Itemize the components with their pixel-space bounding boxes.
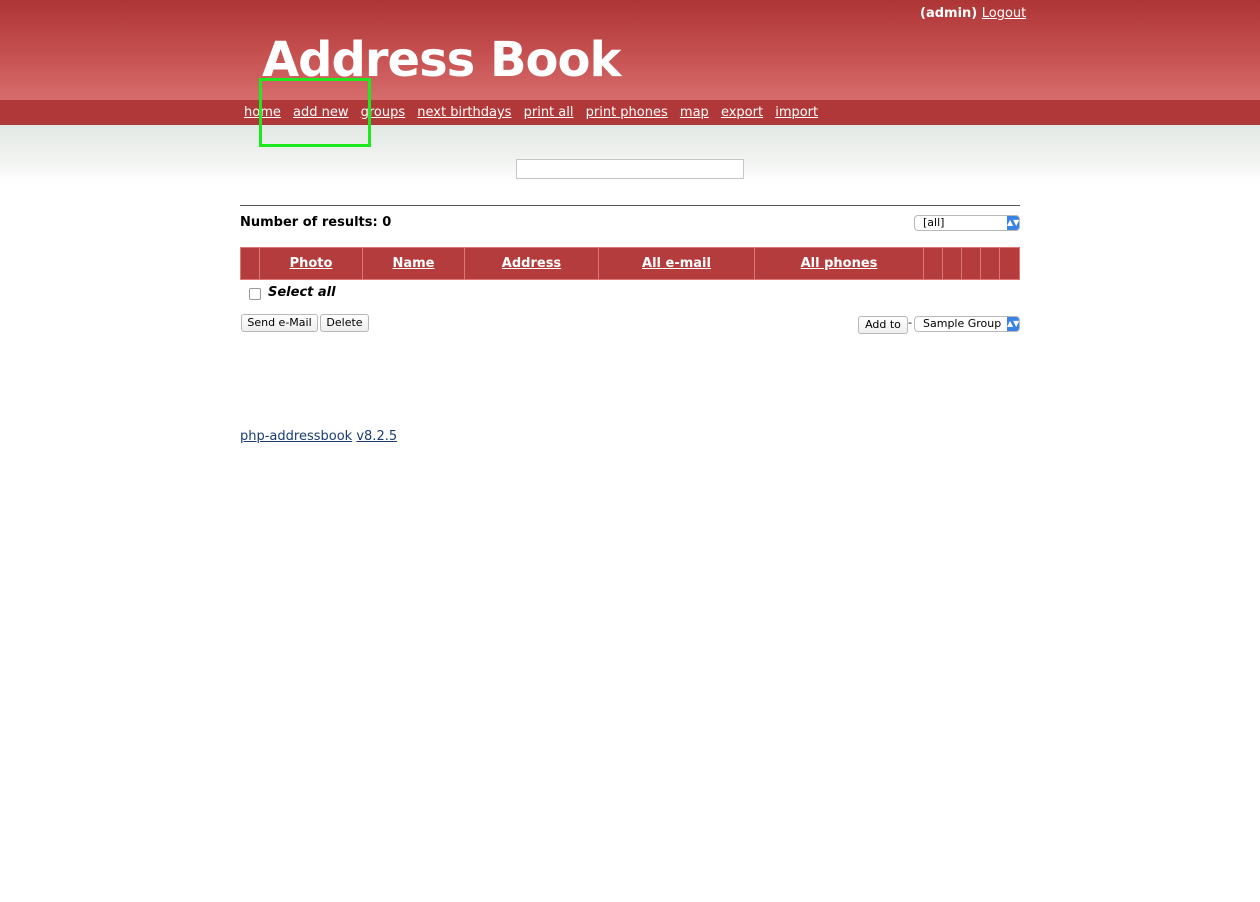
nav-groups[interactable]: groups [361, 105, 406, 120]
header-phones[interactable]: All phones [754, 247, 924, 280]
header-action-col [999, 247, 1020, 280]
add-to-button[interactable]: Add to [858, 316, 908, 334]
search-input[interactable] [516, 159, 744, 179]
footer: php-addressbook v8.2.5 [240, 429, 397, 444]
sort-photo-link[interactable]: Photo [290, 256, 333, 271]
nav-import[interactable]: import [775, 105, 818, 120]
delete-button[interactable]: Delete [320, 314, 369, 332]
sort-email-link[interactable]: All e-mail [642, 256, 711, 271]
separator: - [908, 316, 912, 329]
nav-add-new[interactable]: add new [293, 105, 348, 120]
group-filter-select[interactable]: [all] ▲▼ [914, 215, 1020, 231]
send-email-button[interactable]: Send e-Mail [241, 314, 318, 332]
target-group-select[interactable]: Sample Group ▲▼ [914, 316, 1020, 332]
app-logo: Address Book [262, 32, 621, 88]
app-home-link[interactable]: php-addressbook [240, 429, 352, 444]
results-count: Number of results: 0 [240, 215, 392, 230]
target-group-value: Sample Group [923, 317, 1002, 330]
user-area: (admin) Logout [920, 6, 1026, 21]
select-all-checkbox[interactable] [249, 288, 261, 300]
username: (admin) [920, 6, 978, 21]
sort-address-link[interactable]: Address [502, 256, 561, 271]
header-action-col [961, 247, 981, 280]
main-nav: home add new groups next birthdays print… [0, 100, 1260, 125]
results-row: Number of results: 0 [all] ▲▼ [240, 206, 1020, 240]
nav-print-all[interactable]: print all [524, 105, 574, 120]
contacts-table: Photo Name Address All e-mail All phones [240, 247, 1020, 280]
header-name[interactable]: Name [362, 247, 465, 280]
sort-name-link[interactable]: Name [392, 256, 434, 271]
version-link[interactable]: v8.2.5 [356, 429, 397, 444]
group-filter-value: [all] [923, 216, 945, 229]
select-arrows-icon: ▲▼ [1007, 216, 1019, 230]
nav-home[interactable]: home [244, 105, 281, 120]
nav-map[interactable]: map [680, 105, 709, 120]
main-content: Number of results: 0 [all] ▲▼ Photo Name… [240, 205, 1020, 345]
header-photo[interactable]: Photo [259, 247, 363, 280]
table-header-row: Photo Name Address All e-mail All phones [240, 247, 1020, 280]
header-action-col [942, 247, 962, 280]
nav-next-birthdays[interactable]: next birthdays [417, 105, 511, 120]
logout-link[interactable]: Logout [982, 6, 1027, 21]
header-action-col [923, 247, 943, 280]
nav-print-phones[interactable]: print phones [586, 105, 668, 120]
select-all-row: Select all [240, 283, 1020, 305]
sort-phones-link[interactable]: All phones [801, 256, 878, 271]
select-arrows-icon: ▲▼ [1007, 317, 1019, 331]
select-all-label: Select all [268, 285, 336, 300]
actions-row: Send e-Mail Delete Add to - Sample Group… [240, 305, 1020, 345]
nav-export[interactable]: export [721, 105, 763, 120]
header-checkbox-col [240, 247, 260, 280]
header-banner: (admin) Logout Address Book [0, 0, 1260, 100]
search-band [0, 125, 1260, 185]
header-email[interactable]: All e-mail [598, 247, 755, 280]
header-action-col [980, 247, 1000, 280]
header-address[interactable]: Address [464, 247, 599, 280]
